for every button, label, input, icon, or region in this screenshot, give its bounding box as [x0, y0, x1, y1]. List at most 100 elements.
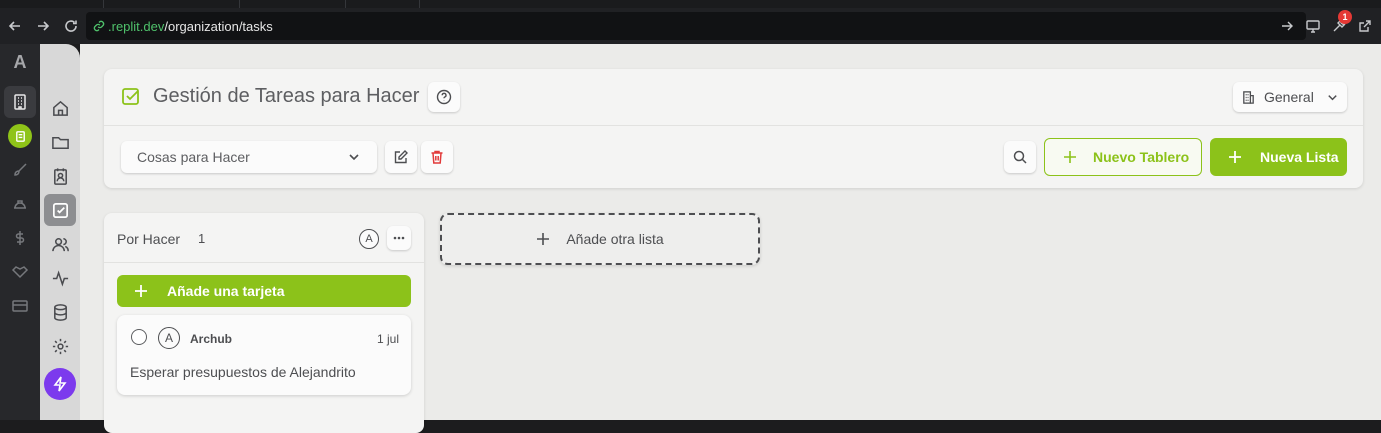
finance-button[interactable]	[4, 222, 36, 254]
section-rail	[40, 44, 80, 420]
new-list-button[interactable]: Nueva Lista	[1210, 138, 1347, 176]
edit-board-button[interactable]	[385, 141, 417, 173]
tasks-icon	[52, 202, 68, 218]
building-icon	[14, 94, 26, 110]
trash-icon	[431, 150, 443, 164]
card-icon	[12, 300, 28, 312]
users-icon	[51, 237, 69, 251]
org-rail: A	[0, 44, 40, 420]
quick-action-button[interactable]	[44, 368, 76, 400]
more-horizontal-icon	[393, 236, 405, 240]
tab[interactable]	[104, 0, 240, 8]
list-assignee-avatar[interactable]: A	[359, 229, 379, 249]
tab[interactable]	[346, 0, 420, 8]
handshake-icon	[11, 266, 29, 279]
org-avatar	[8, 124, 32, 148]
search-button[interactable]	[1004, 141, 1036, 173]
folder-icon	[51, 136, 69, 149]
search-icon	[1013, 150, 1027, 164]
open-external-icon[interactable]	[1357, 18, 1373, 34]
page-title: Gestión de Tareas para Hacer	[153, 85, 420, 107]
chevron-down-icon	[349, 154, 359, 161]
task-card[interactable]: A Archub 1 jul Esperar presupuestos de A…	[117, 315, 411, 395]
delete-board-button[interactable]	[421, 141, 453, 173]
task-date: 1 jul	[376, 332, 399, 346]
org-avatar-button[interactable]	[4, 120, 36, 152]
nav-activity[interactable]	[44, 262, 76, 294]
new-board-button[interactable]: Nuevo Tablero	[1044, 138, 1202, 176]
scope-selector[interactable]: General	[1233, 82, 1347, 112]
plus-icon	[1064, 151, 1076, 163]
tab[interactable]	[0, 0, 104, 8]
bolt-icon	[53, 376, 67, 392]
plus-icon	[537, 233, 550, 245]
helmet-icon	[14, 200, 26, 209]
nav-team[interactable]	[44, 228, 76, 260]
reload-button[interactable]	[57, 12, 85, 40]
board-selector[interactable]: Cosas para Hacer	[121, 141, 377, 173]
nav-projects[interactable]	[44, 126, 76, 158]
browser-toolbar: .replit.dev/organization/tasks 1	[0, 8, 1381, 44]
database-icon	[53, 303, 67, 321]
partners-button[interactable]	[4, 256, 36, 288]
dollar-icon	[15, 231, 25, 245]
tab[interactable]	[240, 0, 346, 8]
back-button[interactable]	[1, 12, 29, 40]
activity-icon	[52, 269, 68, 287]
plus-icon	[1229, 151, 1241, 163]
nav-settings[interactable]	[44, 330, 76, 362]
brush-icon	[14, 163, 27, 176]
arrow-left-icon	[8, 21, 20, 31]
header-top: Gestión de Tareas para Hacer General	[104, 69, 1363, 126]
main-content: Gestión de Tareas para Hacer General Cos…	[80, 44, 1381, 433]
forward-button[interactable]	[29, 12, 57, 40]
billing-button[interactable]	[4, 290, 36, 322]
list-title[interactable]: Por Hacer	[117, 231, 180, 247]
task-owner: Archub	[190, 332, 232, 346]
design-button[interactable]	[4, 154, 36, 186]
go-arrow-icon[interactable]	[1279, 18, 1295, 34]
task-title: Esperar presupuestos de Alejandrito	[130, 364, 356, 380]
list-menu-button[interactable]	[387, 226, 411, 250]
tab-strip	[0, 0, 1381, 8]
org-avatar-icon	[15, 130, 25, 142]
brand-logo: A	[13, 52, 27, 72]
nav-contacts[interactable]	[44, 160, 76, 192]
edit-icon	[394, 150, 408, 164]
nav-home[interactable]	[44, 92, 76, 124]
settings-icon	[52, 338, 68, 354]
monitor-icon[interactable]	[1305, 18, 1321, 34]
extension-button[interactable]: 1	[1331, 10, 1352, 34]
url-host: .replit.dev	[108, 18, 165, 34]
url-path: /organization/tasks	[164, 18, 273, 34]
list-column: Por Hacer 1 A Añade una tarjeta A Archub…	[104, 213, 424, 433]
add-card-button[interactable]: Añade una tarjeta	[117, 275, 411, 307]
chevron-down-icon	[1328, 94, 1337, 100]
list-header: Por Hacer 1 A	[104, 213, 424, 263]
construction-button[interactable]	[4, 188, 36, 220]
home-icon	[52, 100, 68, 116]
plus-icon	[135, 285, 147, 297]
help-icon	[436, 89, 452, 105]
scope-selector-label: General	[1264, 89, 1314, 105]
task-avatar: A	[158, 327, 180, 349]
add-list-button[interactable]: Añade otra lista	[440, 213, 760, 265]
link-icon	[93, 20, 105, 32]
task-complete-checkbox[interactable]	[131, 329, 147, 345]
extension-badge: 1	[1338, 10, 1352, 24]
board-selector-label: Cosas para Hacer	[137, 149, 250, 165]
add-list-label: Añade otra lista	[566, 231, 664, 247]
address-bar[interactable]: .replit.dev/organization/tasks	[86, 12, 1306, 40]
list-card-count: 1	[198, 231, 206, 246]
building-icon	[1243, 90, 1254, 104]
new-list-label: Nueva Lista	[1260, 149, 1339, 165]
nav-data[interactable]	[44, 296, 76, 328]
tasks-icon	[122, 88, 139, 105]
reload-icon	[65, 20, 77, 32]
nav-tasks[interactable]	[44, 194, 76, 226]
page-header: Gestión de Tareas para Hacer General Cos…	[104, 69, 1363, 188]
building-button[interactable]	[4, 86, 36, 118]
add-card-label: Añade una tarjeta	[167, 283, 285, 299]
help-button[interactable]	[428, 82, 460, 112]
contact-icon	[53, 167, 67, 185]
